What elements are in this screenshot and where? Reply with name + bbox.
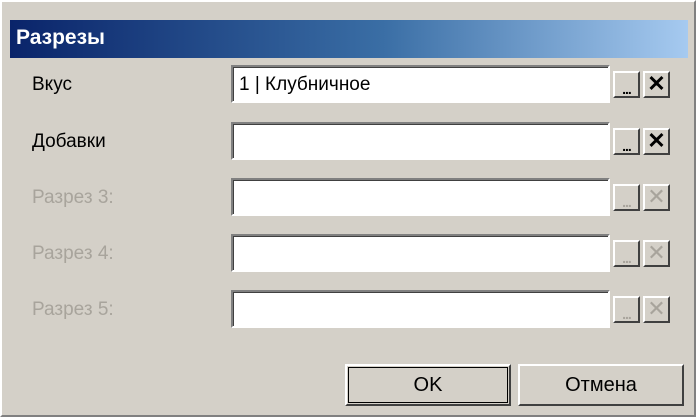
section-3-browse-button: ...: [613, 184, 640, 211]
section-5-field: [231, 290, 610, 328]
section-4-field: [231, 234, 610, 272]
section-4-browse-button: ...: [613, 240, 640, 267]
additives-field[interactable]: [231, 122, 610, 160]
close-icon: ✕: [647, 71, 666, 96]
close-icon: ✕: [647, 240, 666, 265]
ellipsis-icon: ...: [622, 81, 632, 97]
close-icon: ✕: [647, 184, 666, 209]
row-label-section-3: Разрез 3:: [32, 187, 114, 208]
cancel-button[interactable]: Отмена: [518, 364, 684, 406]
additives-clear-button[interactable]: ✕: [643, 128, 670, 155]
title-bar: Разрезы: [10, 20, 688, 58]
row-label-additives: Добавки: [32, 131, 106, 152]
flavor-browse-button[interactable]: ...: [613, 71, 640, 98]
ok-button[interactable]: OK: [345, 364, 511, 406]
section-3-clear-button: ✕: [643, 184, 670, 211]
flavor-clear-button[interactable]: ✕: [643, 71, 670, 98]
ellipsis-icon: ...: [622, 194, 632, 210]
additives-browse-button[interactable]: ...: [613, 128, 640, 155]
section-4-clear-button: ✕: [643, 240, 670, 267]
close-icon: ✕: [647, 128, 666, 153]
section-5-clear-button: ✕: [643, 296, 670, 323]
row-label-section-4: Разрез 4:: [32, 243, 114, 264]
close-icon: ✕: [647, 296, 666, 321]
section-3-field: [231, 178, 610, 216]
row-label-section-5: Разрез 5:: [32, 299, 114, 320]
sections-dialog: Разрезы Вкус 1 | Клубничное ... ✕ Добавк…: [0, 0, 696, 417]
ellipsis-icon: ...: [622, 306, 632, 322]
dialog-title: Разрезы: [16, 26, 105, 49]
section-5-browse-button: ...: [613, 296, 640, 323]
flavor-field-value: 1 | Клубничное: [239, 74, 371, 95]
flavor-field[interactable]: 1 | Клубничное: [231, 65, 610, 103]
row-label-flavor: Вкус: [32, 74, 72, 95]
ellipsis-icon: ...: [622, 250, 632, 266]
ellipsis-icon: ...: [622, 138, 632, 154]
